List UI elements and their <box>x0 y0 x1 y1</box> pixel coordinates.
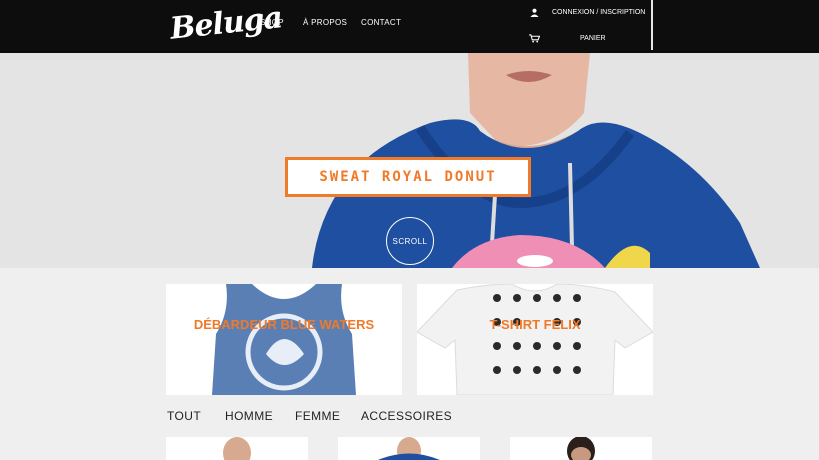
nav-contact[interactable]: CONTACT <box>361 18 401 27</box>
featured-label-tank: DÉBARDEUR BLUE WATERS <box>193 317 375 332</box>
nav-about[interactable]: À PROPOS <box>303 18 347 27</box>
filter-women[interactable]: FEMME <box>295 409 340 423</box>
product-thumb[interactable] <box>338 437 480 460</box>
account-link[interactable]: CONNEXION / INSCRIPTION <box>552 9 645 16</box>
product-thumb[interactable] <box>510 437 652 460</box>
product-thumb-image <box>510 437 652 460</box>
top-bar: Beluga SHOP À PROPOS CONTACT CONNEXION /… <box>0 0 819 53</box>
cart-icon <box>529 34 540 43</box>
product-thumb-image <box>338 437 480 460</box>
header-divider <box>651 0 653 50</box>
featured-card-tank[interactable]: DÉBARDEUR BLUE WATERS <box>166 284 402 395</box>
featured-label-tshirt: T-SHIRT FELIX <box>489 317 581 332</box>
hero-banner[interactable]: SWEAT ROYAL DONUT SCROLL <box>0 53 819 268</box>
tank-top-image <box>166 284 402 395</box>
scroll-button[interactable]: SCROLL <box>386 217 434 265</box>
user-icon <box>530 8 539 17</box>
filter-men[interactable]: HOMME <box>225 409 273 423</box>
tshirt-image <box>417 284 653 395</box>
product-thumb-image <box>166 437 308 460</box>
cart-link[interactable]: PANIER <box>580 35 606 42</box>
filter-all[interactable]: TOUT <box>167 409 201 423</box>
nav-shop[interactable]: SHOP <box>260 18 284 27</box>
filter-accessories[interactable]: ACCESSOIRES <box>361 409 452 423</box>
hero-title[interactable]: SWEAT ROYAL DONUT <box>285 157 531 197</box>
featured-card-tshirt[interactable]: T-SHIRT FELIX <box>417 284 653 395</box>
product-thumb[interactable] <box>166 437 308 460</box>
